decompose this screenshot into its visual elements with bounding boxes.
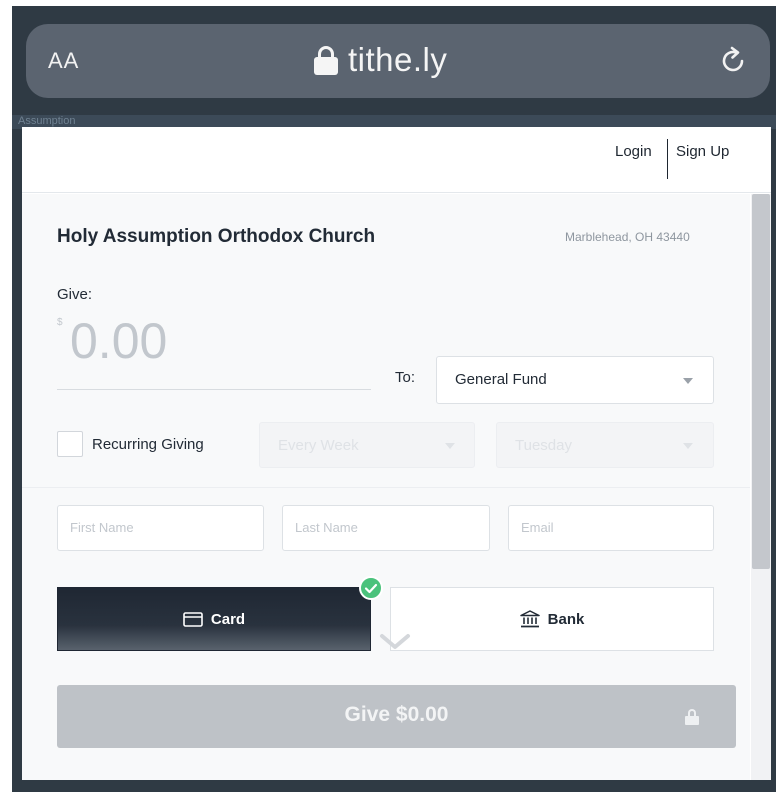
first-name-field[interactable]: First Name <box>57 505 264 551</box>
fund-label: To: <box>395 369 416 386</box>
day-select-value: Tuesday <box>515 437 572 454</box>
chevron-down-icon <box>380 634 410 649</box>
caret-down-icon <box>683 378 693 384</box>
recurring-checkbox[interactable] <box>57 431 83 457</box>
modal-header: Login Sign Up <box>22 127 771 193</box>
amount-underline <box>57 389 371 390</box>
give-button-label: Give $0.00 <box>344 703 449 726</box>
currency-symbol: $ <box>57 317 63 328</box>
check-icon <box>359 576 383 600</box>
url-display[interactable]: tithe.ly <box>314 40 447 80</box>
credit-card-icon <box>183 611 203 627</box>
scrollbar-thumb[interactable] <box>752 194 770 569</box>
card-tab[interactable]: Card <box>57 587 371 651</box>
lock-icon <box>685 709 699 725</box>
text-size-label: AA <box>48 48 80 73</box>
email-field[interactable]: Email <box>508 505 714 551</box>
giving-modal: Login Sign Up Holy Assumption Orthodox C… <box>22 127 771 780</box>
scrollbar[interactable] <box>751 194 771 780</box>
day-select: Tuesday <box>496 422 714 468</box>
bank-tab-label: Bank <box>547 610 585 628</box>
amount-input[interactable]: 0.00 <box>70 312 167 370</box>
church-name: Holy Assumption Orthodox Church <box>57 226 376 247</box>
last-name-placeholder: Last Name <box>295 520 358 535</box>
fund-select[interactable]: General Fund <box>436 356 714 404</box>
caret-down-icon <box>683 443 693 449</box>
signup-link[interactable]: Sign Up <box>676 143 729 160</box>
caret-down-icon <box>445 443 455 449</box>
give-label: Give: <box>57 286 93 303</box>
frequency-select: Every Week <box>259 422 475 468</box>
first-name-placeholder: First Name <box>70 520 134 535</box>
login-link[interactable]: Login <box>615 143 652 160</box>
recurring-label[interactable]: Recurring Giving <box>92 436 204 453</box>
email-placeholder: Email <box>521 520 554 535</box>
url-text: tithe.ly <box>348 41 448 78</box>
lock-icon <box>314 45 338 75</box>
text-size-button[interactable]: AA <box>48 48 79 74</box>
bank-icon <box>519 610 540 628</box>
give-button[interactable]: Give $0.00 <box>57 685 736 748</box>
card-tab-label: Card <box>210 610 246 628</box>
header-divider <box>667 139 668 179</box>
church-location: Marblehead, OH 43440 <box>565 230 690 244</box>
frequency-select-value: Every Week <box>278 437 359 454</box>
fund-select-value: General Fund <box>455 371 547 388</box>
address-bar[interactable]: AA tithe.ly <box>26 24 770 98</box>
reload-icon[interactable] <box>718 46 748 76</box>
giving-form: Holy Assumption Orthodox Church Marblehe… <box>22 194 750 780</box>
bank-tab[interactable]: Bank <box>390 587 714 651</box>
last-name-field[interactable]: Last Name <box>282 505 490 551</box>
background-page-text: Assumption <box>18 115 76 127</box>
section-divider <box>22 487 750 488</box>
